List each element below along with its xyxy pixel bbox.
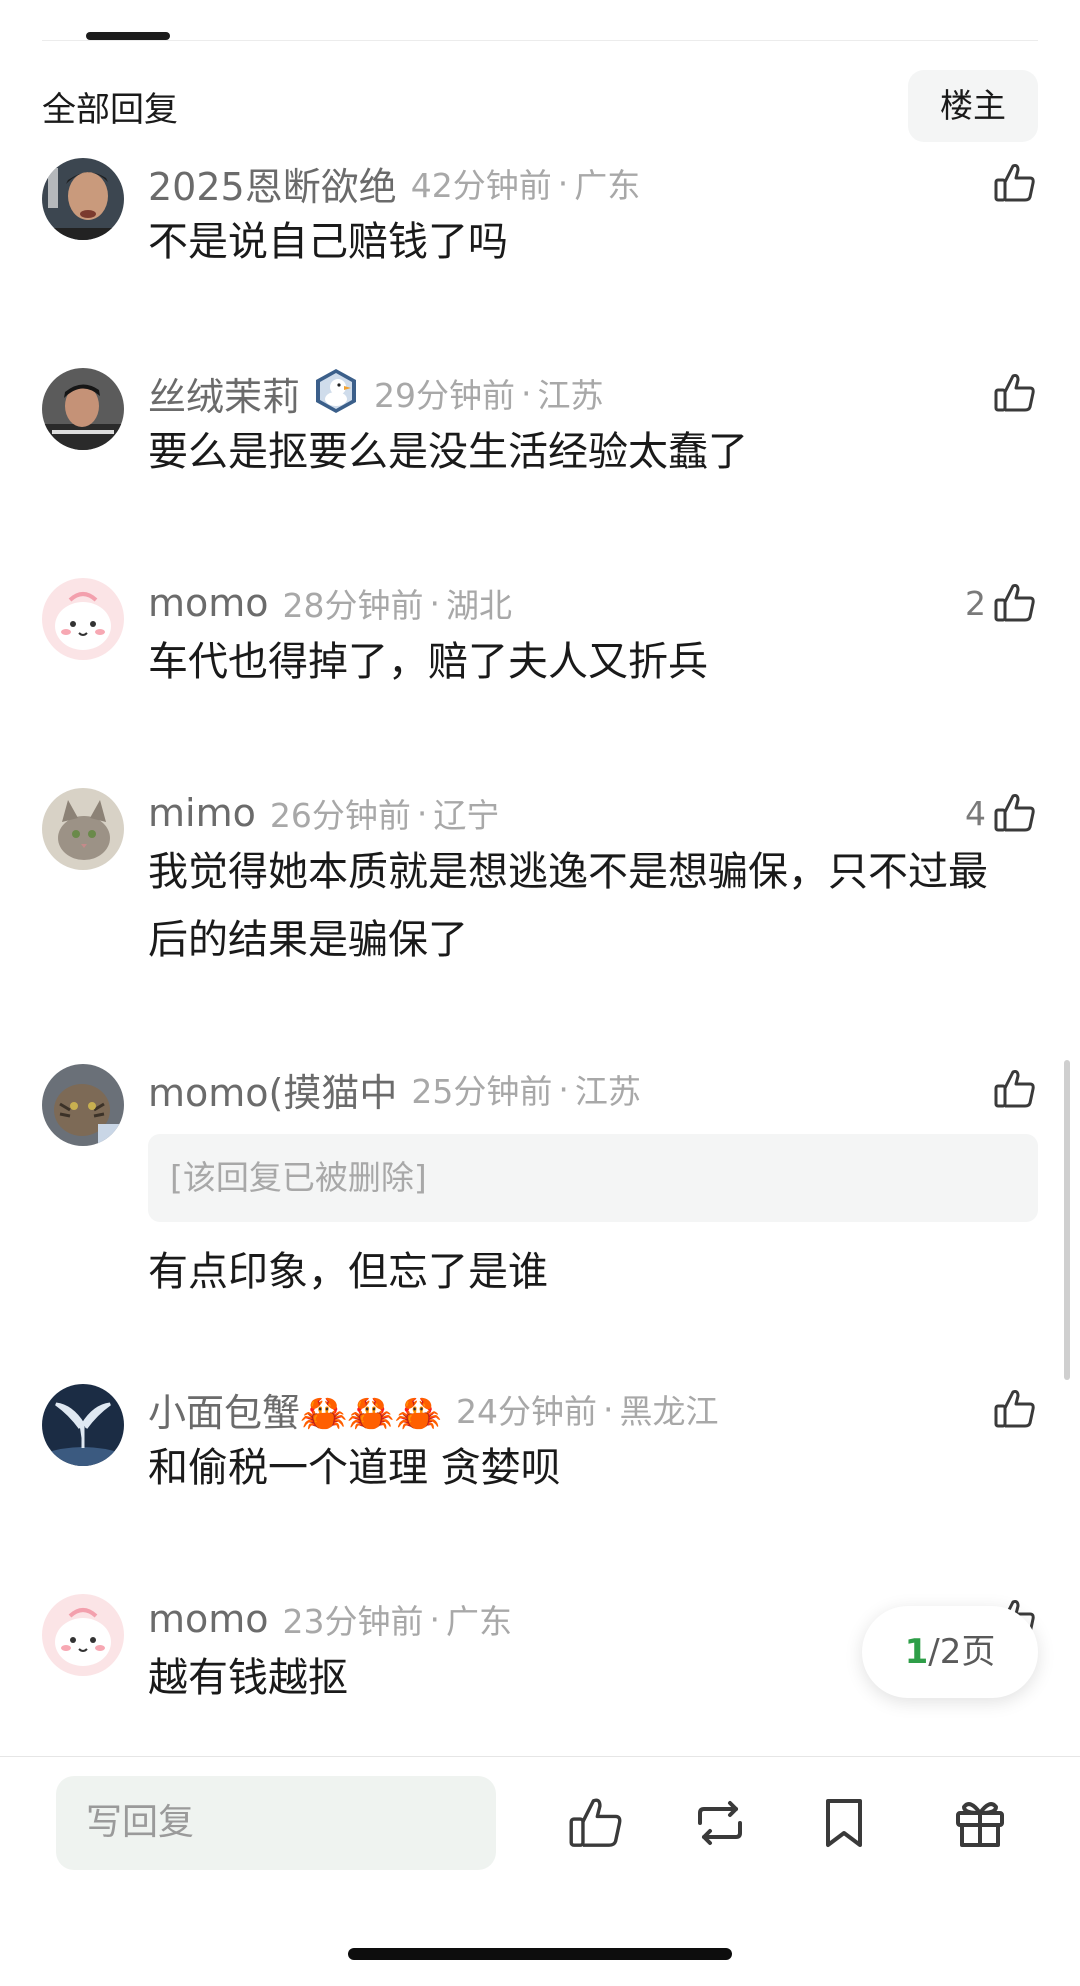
comment-location: 广东 — [574, 166, 641, 205]
avatar[interactable] — [42, 158, 124, 240]
comment-text: 有点印象，但忘了是谁 — [148, 1249, 548, 1295]
comment-text: 车代也得掉了，赔了夫人又折兵 — [148, 639, 708, 685]
comments-header: 全部回复 楼主 — [0, 70, 1080, 142]
separator-dot: · — [429, 1599, 441, 1639]
top-drag-handle[interactable] — [86, 32, 170, 40]
bookmark-icon — [814, 1799, 874, 1857]
comment-time: 24分钟前 — [455, 1392, 597, 1431]
username[interactable]: mimo — [148, 791, 256, 835]
scrollbar[interactable] — [1064, 1060, 1070, 1380]
thumbs-up-icon — [992, 370, 1038, 416]
like-button[interactable] — [986, 1064, 1038, 1114]
avatar[interactable] — [42, 1064, 124, 1146]
bookmark-button[interactable] — [814, 1793, 874, 1853]
comment-time: 25分钟前 — [411, 1072, 553, 1111]
comment-location: 黑龙江 — [619, 1392, 719, 1431]
separator-dot: · — [416, 793, 428, 833]
reply-input[interactable]: 写回复 — [56, 1776, 496, 1870]
comment-time: 42分钟前 — [410, 166, 552, 205]
comment-meta: momo 28分钟前 · 湖北 — [148, 578, 512, 628]
thumbs-up-icon — [992, 160, 1038, 206]
username[interactable]: 2025恩断欲绝 — [148, 156, 397, 211]
avatar[interactable] — [42, 578, 124, 660]
comment-meta: 2025恩断欲绝 42分钟前 · 广东 — [148, 156, 641, 211]
gift-button[interactable] — [950, 1793, 1010, 1853]
avatar[interactable] — [42, 1384, 124, 1466]
duck-badge-icon — [312, 367, 360, 419]
comment-location: 辽宁 — [433, 796, 500, 835]
separator-dot: · — [602, 1389, 614, 1429]
comment-location: 江苏 — [574, 1072, 641, 1111]
comment-text: 不是说自己赔钱了吗 — [148, 219, 508, 265]
comment-meta: momo 23分钟前 · 广东 — [148, 1594, 512, 1644]
current-page: 1 — [904, 1632, 929, 1672]
home-indicator[interactable] — [348, 1948, 732, 1960]
like-count: 4 — [965, 793, 986, 833]
avatar[interactable] — [42, 788, 124, 870]
thumbs-up-icon — [992, 790, 1038, 836]
username[interactable]: momo — [148, 581, 269, 625]
section-title: 全部回复 — [42, 90, 178, 130]
separator-dot: · — [429, 583, 441, 623]
comment-meta: 小面包蟹🦀🦀🦀 24分钟前 · 黑龙江 — [148, 1382, 719, 1437]
like-button[interactable] — [986, 158, 1038, 208]
op-only-button[interactable]: 楼主 — [908, 70, 1038, 142]
like-button[interactable]: 4 — [965, 788, 1038, 838]
thumbs-up-icon — [992, 1386, 1038, 1432]
separator-dot: · — [558, 1069, 569, 1109]
thumbs-up-icon — [992, 1066, 1038, 1112]
repost-button[interactable] — [690, 1793, 750, 1853]
comment-meta: 丝绒茉莉 29分钟前 · 江苏 — [148, 366, 604, 421]
like-count: 2 — [965, 583, 986, 623]
username[interactable]: momo(摸猫中 — [148, 1062, 397, 1117]
comment-meta: mimo 26分钟前 · 辽宁 — [148, 788, 499, 838]
comment-text: 我觉得她本质就是想逃逸不是想骗保，只不过最后的结果是骗保了 — [148, 849, 988, 963]
separator-dot: · — [521, 373, 532, 413]
comment-location: 广东 — [446, 1602, 513, 1641]
top-divider — [42, 40, 1038, 41]
quoted-deleted-reply: [该回复已被删除] — [148, 1134, 1038, 1222]
thumbs-up-icon — [566, 1798, 626, 1857]
comment-text: 要么是抠要么是没生活经验太蠢了 — [148, 429, 748, 475]
comment-location: 湖北 — [446, 586, 513, 625]
comment-time: 26分钟前 — [269, 796, 411, 835]
like-post-button[interactable] — [566, 1793, 626, 1853]
comment-time: 23分钟前 — [282, 1602, 424, 1641]
like-button[interactable] — [986, 1384, 1038, 1434]
like-button[interactable]: 2 — [965, 578, 1038, 628]
thumbs-up-icon — [992, 580, 1038, 626]
comment-time: 29分钟前 — [374, 376, 516, 415]
page-indicator-button[interactable]: 1/2页 — [862, 1606, 1038, 1698]
comment-location: 江苏 — [537, 376, 604, 415]
like-button[interactable] — [986, 368, 1038, 418]
username[interactable]: 小面包蟹🦀🦀🦀 — [148, 1382, 442, 1437]
username[interactable]: 丝绒茉莉 — [148, 366, 300, 421]
username[interactable]: momo — [148, 1597, 269, 1641]
comment-time: 28分钟前 — [282, 586, 424, 625]
bottom-divider — [0, 1756, 1080, 1757]
avatar[interactable] — [42, 1594, 124, 1676]
comment-meta: momo(摸猫中 25分钟前 · 江苏 — [148, 1062, 641, 1117]
repost-icon — [690, 1801, 750, 1857]
total-pages: /2页 — [928, 1632, 996, 1672]
separator-dot: · — [557, 163, 569, 203]
avatar[interactable] — [42, 368, 124, 450]
comment-text: 和偷税一个道理 贪婪呗 — [148, 1445, 561, 1491]
gift-icon — [950, 1802, 1010, 1857]
